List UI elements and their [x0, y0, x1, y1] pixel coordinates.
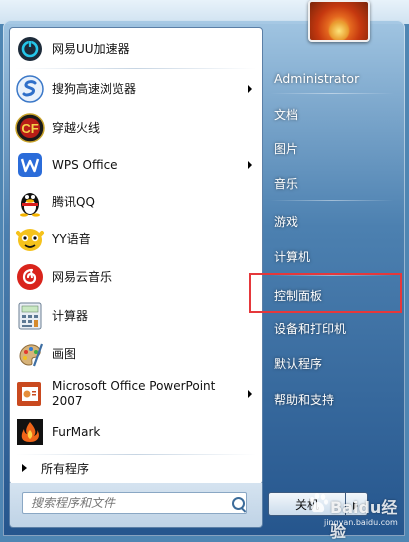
program-label: 画图 [52, 347, 77, 361]
qq-penguin-icon [15, 187, 45, 217]
program-label: Microsoft Office PowerPoint 2007 [52, 379, 215, 409]
right-link-games[interactable]: 游戏 [266, 209, 404, 233]
program-sogou-browser[interactable]: 搜狗高速浏览器 [10, 71, 262, 107]
program-calculator[interactable]: 计算器 [10, 298, 262, 334]
uu-accelerator-icon [15, 34, 45, 64]
separator [270, 200, 394, 201]
yy-voice-icon [15, 224, 45, 254]
submenu-arrow-icon[interactable] [248, 390, 252, 398]
program-label: 网易UU加速器 [52, 42, 130, 56]
baidu-paw-icon [309, 493, 328, 513]
program-label: 穿越火线 [52, 121, 101, 135]
program-label: 搜狗高速浏览器 [52, 82, 137, 96]
crossfire-icon: CF [15, 113, 45, 143]
svg-text:CF: CF [21, 121, 38, 136]
right-link-pictures[interactable]: 图片 [266, 136, 404, 160]
program-powerpoint-2007[interactable]: Microsoft Office PowerPoint 2007 [10, 374, 262, 414]
separator [270, 93, 394, 94]
program-uu-accelerator[interactable]: 网易UU加速器 [10, 31, 262, 67]
right-link-music[interactable]: 音乐 [266, 171, 404, 195]
highlight-annotation-box [249, 273, 402, 313]
wps-office-icon [15, 150, 45, 180]
right-link-help-support[interactable]: 帮助和支持 [266, 387, 404, 411]
submenu-arrow-icon[interactable] [248, 85, 252, 93]
program-crossfire[interactable]: CF 穿越火线 [10, 110, 262, 146]
submenu-arrow-icon[interactable] [248, 161, 252, 169]
program-label-line2: 2007 [52, 394, 83, 408]
search-input[interactable] [22, 492, 247, 514]
powerpoint-icon [15, 379, 45, 409]
program-qq[interactable]: 腾讯QQ [10, 184, 262, 220]
right-link-devices-printers[interactable]: 设备和打印机 [266, 316, 404, 340]
separator [16, 454, 256, 455]
program-wps-office[interactable]: WPS Office [10, 147, 262, 183]
program-label: 计算器 [52, 309, 89, 323]
all-programs-label: 所有程序 [41, 461, 90, 476]
program-label: 腾讯QQ [52, 195, 95, 209]
expand-arrow-icon [22, 464, 27, 472]
program-paint[interactable]: 画图 [10, 336, 262, 372]
pinned-programs-pane: 网易UU加速器 搜狗高速浏览器 CF 穿越火线 WPS Office 腾讯QQ … [9, 27, 263, 485]
program-label: FurMark [52, 425, 101, 439]
sogou-browser-icon [15, 74, 45, 104]
program-label-line1: Microsoft Office PowerPoint [52, 379, 216, 393]
program-yy-voice[interactable]: YY语音 [10, 221, 262, 257]
search-area [9, 483, 263, 528]
paint-icon [15, 339, 45, 369]
right-link-documents[interactable]: 文档 [266, 102, 404, 126]
separator [16, 68, 256, 69]
program-label: WPS Office [52, 158, 118, 172]
all-programs-button[interactable]: 所有程序 [10, 457, 262, 479]
program-furmark[interactable]: FurMark [10, 414, 262, 450]
right-link-computer[interactable]: 计算机 [266, 244, 404, 268]
right-link-user-folder[interactable]: Administrator [266, 66, 404, 90]
user-avatar[interactable] [308, 0, 370, 42]
program-label: YY语音 [52, 232, 91, 246]
search-icon[interactable] [232, 497, 245, 510]
watermark-url: jingyan.baidu.com [324, 518, 398, 527]
program-netease-music[interactable]: 网易云音乐 [10, 259, 262, 295]
netease-music-icon [15, 262, 45, 292]
program-label: 网易云音乐 [52, 270, 113, 284]
right-link-default-programs[interactable]: 默认程序 [266, 351, 404, 375]
calculator-icon [15, 301, 45, 331]
furmark-icon [15, 417, 45, 447]
